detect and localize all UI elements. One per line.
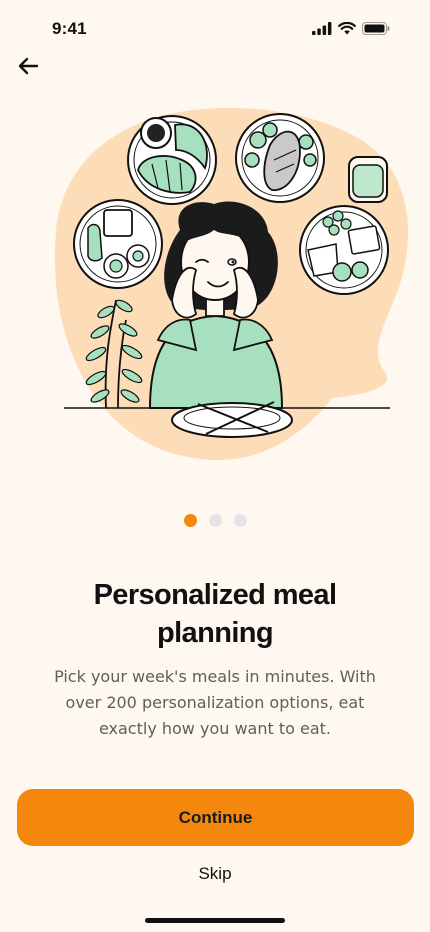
subtitle-line-2: over 200 personalization options, eat <box>65 693 365 712</box>
back-button[interactable] <box>12 50 44 82</box>
arrow-left-icon <box>18 57 39 75</box>
battery-icon <box>362 22 390 35</box>
status-time: 9:41 <box>52 19 87 38</box>
page-subtitle: Pick your week's meals in minutes. With … <box>40 664 390 742</box>
glass-icon <box>348 156 388 203</box>
title-line-2: planning <box>156 617 274 649</box>
empty-plate-icon <box>171 401 293 438</box>
signal-icon <box>312 22 332 35</box>
skip-link[interactable]: Skip <box>0 864 430 884</box>
subtitle-line-1: Pick your week's meals in minutes. With <box>54 667 376 686</box>
continue-button[interactable]: Continue <box>17 789 414 846</box>
eggs-plate-icon <box>73 199 163 289</box>
page-title: Personalized meal planning <box>40 576 390 652</box>
status-icons <box>312 22 390 35</box>
fish-plate-icon <box>235 113 325 203</box>
meal-planning-illustration <box>54 107 409 461</box>
subtitle-line-3: exactly how you want to eat. <box>98 719 332 738</box>
breakfast-plate-icon <box>127 115 217 205</box>
home-indicator <box>145 918 285 923</box>
title-line-1: Personalized meal <box>93 579 337 611</box>
onboarding-screen: 9:41 Personalized meal planning Pick you… <box>0 0 430 932</box>
page-dot-1[interactable] <box>183 514 197 527</box>
wifi-icon <box>338 22 356 35</box>
pagination-dots <box>0 514 430 527</box>
page-dot-2[interactable] <box>208 514 222 527</box>
status-bar: 9:41 <box>0 0 430 56</box>
page-dot-3[interactable] <box>233 514 247 527</box>
cheese-plate-icon <box>299 205 389 295</box>
